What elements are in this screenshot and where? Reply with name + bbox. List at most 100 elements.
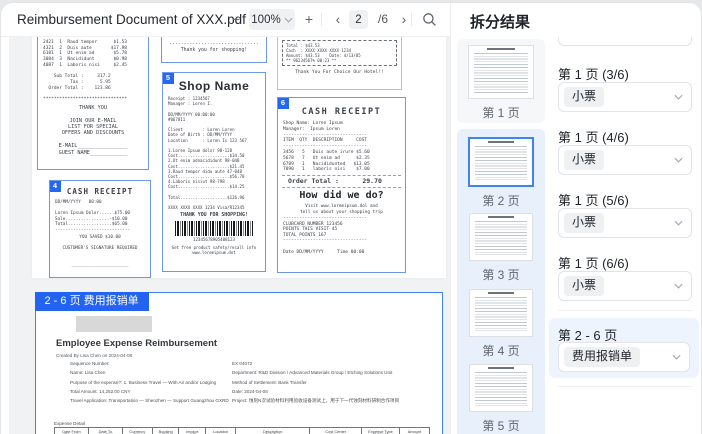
group-annotation-label: 2 - 6 页 费用报销单 bbox=[35, 292, 149, 311]
receipt-order-total: Order Total : 29.70 bbox=[282, 175, 401, 188]
receipt-footer-lines: Get free product safety/recall infowww.l… bbox=[163, 243, 265, 255]
table-header-cell: Booking预订 bbox=[153, 428, 180, 434]
thumbnail-group-page1: 第 1 页 bbox=[457, 39, 545, 123]
field-value-chip: 费用报销单 bbox=[564, 347, 640, 366]
thumbnail-label: 第 3 页 bbox=[457, 266, 545, 283]
receipt-badge: 5 bbox=[162, 72, 174, 84]
search-icon[interactable] bbox=[422, 12, 437, 27]
form-row: Travel Application: Transportation — She… bbox=[56, 398, 430, 404]
field-select[interactable]: 小票 bbox=[558, 208, 692, 238]
form-rows: Sequence Number:EX 04072 Name: Lisa Chen… bbox=[56, 361, 430, 407]
receipt-box-4: 4 CASH RECEIPT DD/MM/YYYY 00:00 Loren Ip… bbox=[49, 180, 151, 278]
form-row: Total Amount: 14,252.00 CNYDate: 2024-04… bbox=[56, 389, 430, 395]
toolbar-separator bbox=[321, 13, 322, 26]
form-field: Purpose of the expense?: 1. Business Tra… bbox=[56, 380, 232, 386]
receipt-lines: Receipt : 1234567Manager : Loren I. DD/M… bbox=[163, 93, 265, 210]
page-number-input[interactable]: 2 bbox=[349, 10, 368, 29]
form-row: Purpose of the expense?: 1. Business Tra… bbox=[56, 380, 430, 386]
panel-title: 拆分结果 bbox=[470, 11, 530, 32]
table-header-cell: Date To结束日期 bbox=[89, 428, 123, 434]
zoom-out-button[interactable]: − bbox=[228, 3, 244, 36]
next-page-button[interactable]: › bbox=[396, 3, 412, 36]
panel-body: 第 1 页 第 2 页 第 3 页 第 4 页 bbox=[451, 37, 701, 434]
form-created-by: Created By Lisa Chen on 2024-04-08 bbox=[56, 353, 132, 358]
receipt-lines: Shop Name: Loren IpsumManager: Ipsum Lor… bbox=[278, 118, 405, 173]
table-header-cell: Amount金额 bbox=[400, 428, 429, 434]
form-field: Project: 蚀刻N次试验材料利用验收设备测试上，用于下一代蚀刻材料研制合作… bbox=[232, 398, 430, 404]
table-header-cell: Cost Center成本中心 bbox=[310, 428, 362, 434]
receipt-survey-lines: Visit www.loremipsum.dol andtell us abou… bbox=[278, 202, 405, 215]
receipt-box-5: 5 Shop Name Receipt : 1234567Manager : L… bbox=[162, 72, 266, 272]
field-value-chip: 小票 bbox=[564, 87, 604, 106]
form-row: Name: Lisa ChenDepartment: R&D Division … bbox=[56, 370, 430, 376]
chevron-down-icon bbox=[674, 283, 683, 289]
table-header-cell: Description费用描述 bbox=[236, 428, 310, 434]
field-label: 第 1 页 (4/6) bbox=[558, 127, 629, 146]
receipt-survey-title: How did we do? bbox=[278, 190, 405, 202]
page-thumbnail bbox=[469, 364, 533, 412]
field-select[interactable]: 小票 bbox=[558, 271, 692, 301]
thumbnail-item-page1[interactable]: 第 1 页 bbox=[457, 45, 545, 121]
receipt-footer-lines: YOU SAVED $10.00 CUSTOMER'S SIGNATURE RE… bbox=[50, 233, 150, 268]
field-label: 第 1 页 (5/6) bbox=[558, 190, 629, 209]
receipt-title: CASH RECEIPT bbox=[278, 106, 405, 118]
thumbnail-item-page5[interactable]: 第 5 页 bbox=[457, 364, 545, 434]
thumbnail-rail: 第 1 页 第 2 页 第 3 页 第 4 页 bbox=[457, 37, 545, 434]
field-select[interactable]: 小票 bbox=[558, 145, 692, 175]
page-thumbnail-selected bbox=[468, 137, 534, 187]
section-divider bbox=[558, 310, 692, 311]
receipt-box-2-end: ...............................Thank you… bbox=[161, 37, 267, 63]
field-select[interactable]: 小票 bbox=[558, 82, 692, 112]
zoom-in-button[interactable]: + bbox=[301, 3, 317, 36]
thumbnail-label: 第 4 页 bbox=[457, 342, 545, 359]
thumbnail-item-page4[interactable]: 第 4 页 bbox=[457, 289, 545, 359]
form-title: Employee Expense Reimbursement bbox=[56, 338, 217, 349]
zoom-level-value: 100% bbox=[251, 14, 280, 26]
form-field: Name: Lisa Chen bbox=[56, 370, 232, 376]
receipt-lines: Total : $43.53Cash : XXXX XXXX XXXX 1234… bbox=[282, 40, 397, 66]
expense-table-header: Date From开始日期 Date To结束日期 Currency币种 Boo… bbox=[54, 427, 430, 434]
form-field: Total Amount: 14,252.00 CNY bbox=[56, 389, 232, 395]
prev-page-button[interactable]: ‹ bbox=[330, 3, 346, 36]
page-thumbnail bbox=[468, 45, 534, 99]
receipt-badge: 6 bbox=[277, 97, 289, 109]
table-header-cell: Expense Type费用类型 bbox=[362, 428, 400, 434]
thumbnail-label: 第 5 页 bbox=[457, 417, 545, 434]
receipt-box-hotel: Total : $43.53Cash : XXXX XXXX XXXX 1234… bbox=[277, 37, 402, 90]
field-select-partial[interactable] bbox=[558, 37, 692, 46]
receipt-thanks: THANK YOU FOR SHOPPING! bbox=[163, 210, 265, 218]
pdf-viewport[interactable]: 2421 1 Raud tempor $1.534321 2 Duis aute… bbox=[9, 37, 450, 434]
thumbnail-item-page3[interactable]: 第 3 页 bbox=[457, 213, 545, 283]
chevron-down-icon bbox=[674, 157, 683, 163]
receipt-lines: 2421 1 Raud tempor $1.534321 2 Duis aute… bbox=[38, 37, 148, 103]
chevron-down-icon bbox=[674, 94, 683, 100]
thumbnail-item-page2[interactable]: 第 2 页 bbox=[457, 137, 545, 209]
receipt-lines: DD/MM/YYYY 00:00 Loren Ipsum Dolor......… bbox=[50, 197, 150, 233]
thumbnail-label: 第 1 页 bbox=[457, 104, 545, 121]
form-field: Department: R&D Division / Advanced Mate… bbox=[232, 370, 430, 376]
page-total: /6 bbox=[372, 3, 394, 36]
company-logo-placeholder bbox=[76, 316, 152, 332]
thumbnail-group-pages2-6: 第 2 页 第 3 页 第 4 页 第 5 页 bbox=[457, 129, 545, 434]
field-label: 第 1 页 (6/6) bbox=[558, 253, 629, 272]
receipt-footer-lines: -------------------------------CLUBCARD … bbox=[278, 215, 405, 255]
receipt-box-6: 6 CASH RECEIPT Shop Name: Loren IpsumMan… bbox=[277, 97, 406, 273]
section-divider bbox=[558, 386, 692, 387]
form-field: Sequence Number: bbox=[56, 361, 232, 367]
group-field-select[interactable]: 费用报销单 bbox=[558, 342, 690, 372]
receipt-box-3: 2421 1 Raud tempor $1.534321 2 Duis aute… bbox=[37, 37, 149, 170]
receipt-shop-name: Shop Name bbox=[163, 79, 265, 93]
zoom-level-dropdown[interactable]: 100% bbox=[249, 9, 295, 30]
table-header-cell: Currency币种 bbox=[123, 428, 153, 434]
field-value-chip: 小票 bbox=[564, 213, 604, 232]
pdf-page-1: 2421 1 Raud tempor $1.534321 2 Duis aute… bbox=[32, 37, 446, 278]
table-header-cell: Date From开始日期 bbox=[55, 428, 89, 434]
split-result-panel: 拆分结果 第 1 页 第 2 页 第 3 页 bbox=[450, 3, 701, 434]
field-label: 第 1 页 (3/6) bbox=[558, 64, 629, 83]
group-field-highlight: 第 2 - 6 页 费用报销单 bbox=[549, 318, 699, 378]
receipt-lines: ...............................Thank you… bbox=[162, 37, 266, 54]
app-window: Reimbursement Document of XXX.pdf − 100%… bbox=[1, 3, 701, 434]
field-value-chip: 小票 bbox=[564, 150, 604, 169]
table-header-cell: Invoice发票 bbox=[179, 428, 206, 434]
chevron-down-icon bbox=[284, 17, 293, 23]
